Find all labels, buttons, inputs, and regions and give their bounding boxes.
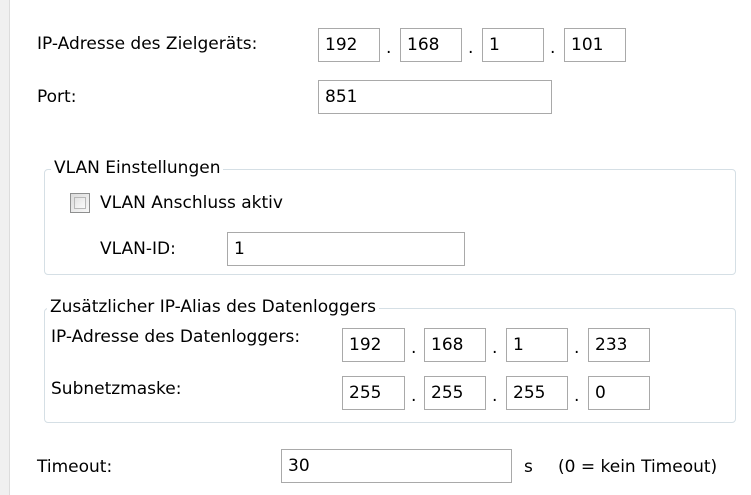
- subnet-mask-octet-4[interactable]: 0: [588, 376, 650, 410]
- ip-separator: .: [411, 386, 417, 406]
- subnet-mask-octet-1[interactable]: 255: [342, 376, 405, 410]
- timeout-label: Timeout:: [37, 457, 113, 477]
- vlan-settings-title: VLAN Einstellungen: [51, 158, 224, 178]
- alias-ip-octet-1[interactable]: 192: [342, 328, 405, 362]
- alias-ip-label: IP-Adresse des Datenloggers:: [51, 327, 301, 347]
- vlan-id-label: VLAN-ID:: [100, 239, 176, 259]
- ip-separator: .: [492, 338, 498, 358]
- ip-separator: .: [492, 386, 498, 406]
- timeout-unit: s: [524, 457, 533, 477]
- ip-separator: .: [550, 38, 556, 58]
- vlan-active-label[interactable]: VLAN Anschluss aktiv: [100, 193, 283, 213]
- alias-ip-octet-3[interactable]: 1: [506, 328, 568, 362]
- panel-left-edge: [0, 0, 10, 495]
- ip-separator: .: [468, 38, 474, 58]
- ip-separator: .: [574, 338, 580, 358]
- alias-ip-octet-2[interactable]: 168: [424, 328, 486, 362]
- subnet-mask-octet-2[interactable]: 255: [424, 376, 486, 410]
- target-ip-octet-2[interactable]: 168: [400, 28, 462, 62]
- target-ip-label: IP-Adresse des Zielgeräts:: [37, 34, 258, 54]
- target-ip-octet-4[interactable]: 101: [564, 28, 626, 62]
- port-input[interactable]: 851: [318, 80, 552, 114]
- subnet-mask-octet-3[interactable]: 255: [506, 376, 568, 410]
- ip-alias-title: Zusätzlicher IP-Alias des Datenloggers: [47, 297, 380, 317]
- subnet-mask-label: Subnetzmaske:: [51, 379, 182, 399]
- ip-separator: .: [411, 338, 417, 358]
- vlan-id-input[interactable]: 1: [227, 232, 465, 266]
- timeout-input[interactable]: 30: [281, 449, 512, 483]
- alias-ip-octet-4[interactable]: 233: [588, 328, 650, 362]
- ip-separator: .: [574, 386, 580, 406]
- ip-separator: .: [386, 38, 392, 58]
- target-ip-octet-3[interactable]: 1: [482, 28, 544, 62]
- port-label: Port:: [37, 87, 77, 107]
- timeout-hint: (0 = kein Timeout): [558, 457, 718, 477]
- vlan-active-checkbox[interactable]: [70, 193, 90, 213]
- target-ip-octet-1[interactable]: 192: [318, 28, 380, 62]
